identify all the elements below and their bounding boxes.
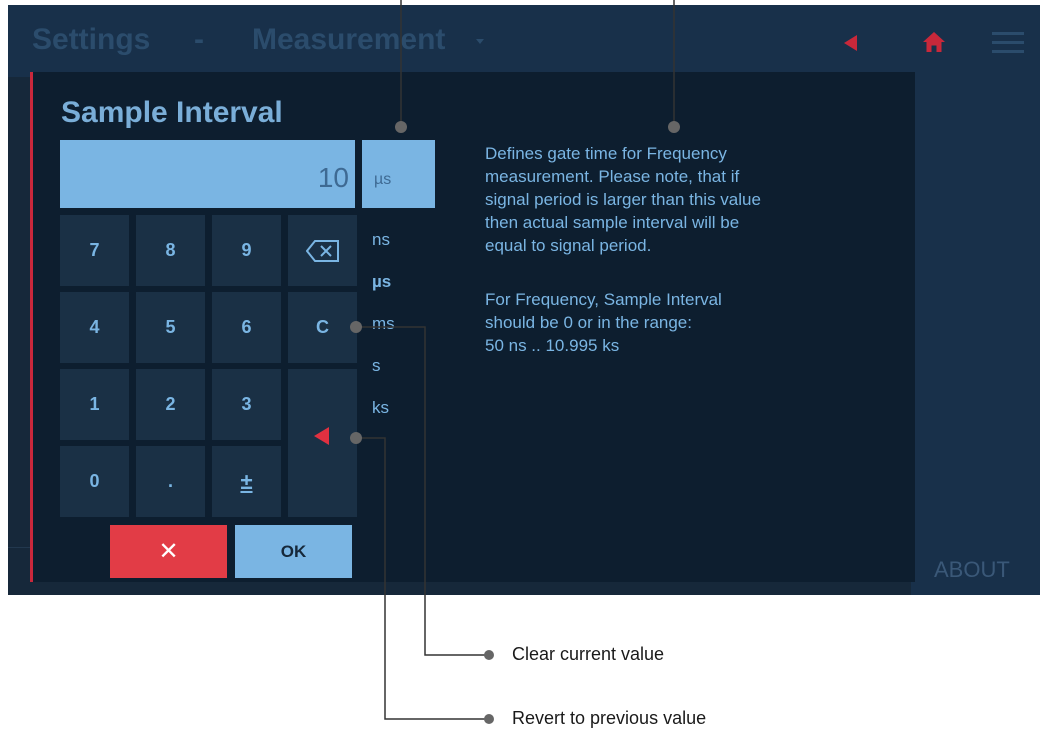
callout-revert-label: Revert to previous value [512,708,707,728]
callout-clear-label: Clear current value [512,644,665,664]
callout-lines [350,0,680,724]
